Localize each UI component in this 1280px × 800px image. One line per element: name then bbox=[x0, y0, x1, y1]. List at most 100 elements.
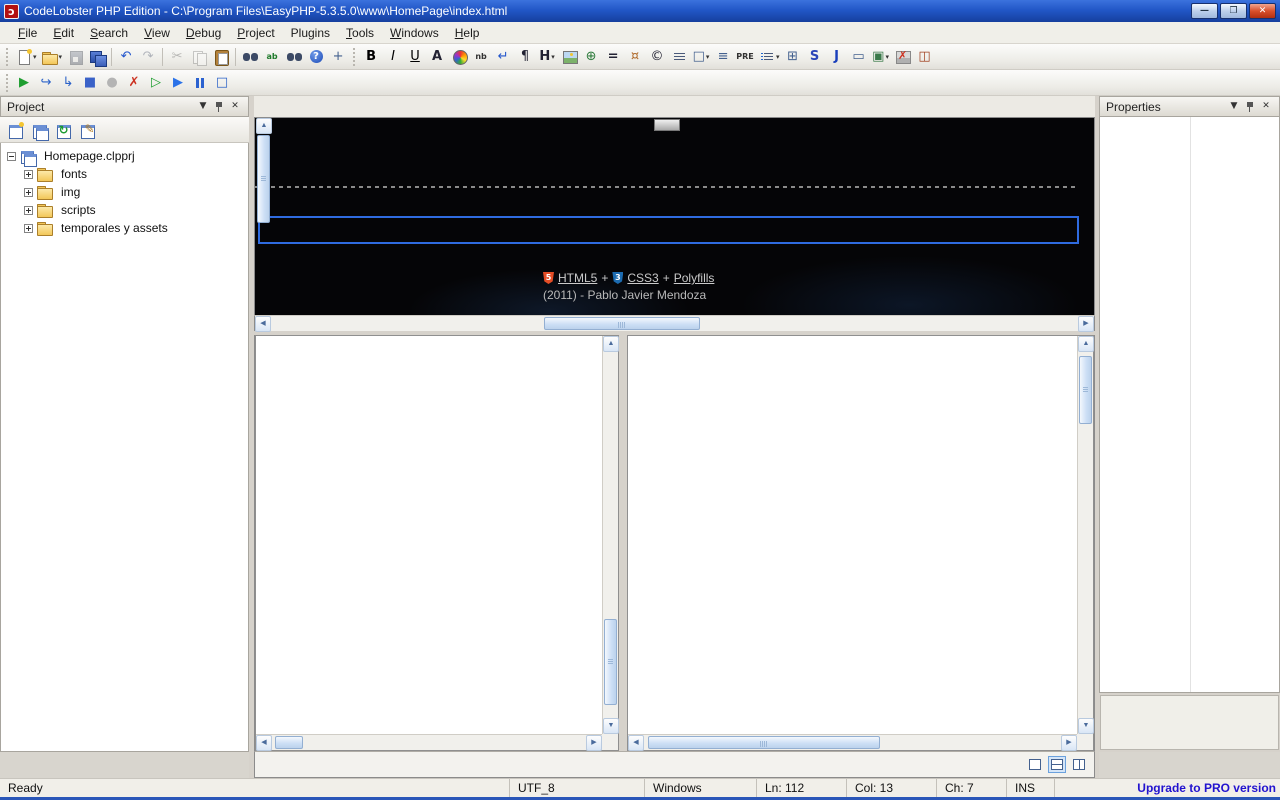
run-button[interactable]: ▶ bbox=[13, 72, 35, 94]
help-button[interactable] bbox=[305, 46, 327, 68]
line-break-button[interactable]: ↵ bbox=[492, 46, 514, 68]
step-over-button[interactable]: ↪ bbox=[35, 72, 57, 94]
open-file-button[interactable]: ▾ bbox=[39, 46, 65, 68]
menu-view[interactable]: View bbox=[136, 24, 178, 42]
editor-vertical-scrollbar[interactable]: ▲ ▼ bbox=[602, 336, 618, 734]
tree-item-homepage-clpprj[interactable]: Homepage.clpprj bbox=[1, 147, 248, 165]
undo-button[interactable]: ↶ bbox=[115, 46, 137, 68]
find-in-files-button[interactable] bbox=[283, 46, 305, 68]
scrollbar-thumb[interactable] bbox=[257, 135, 270, 223]
menu-tools[interactable]: Tools bbox=[338, 24, 382, 42]
single-view-icon[interactable] bbox=[1026, 756, 1044, 773]
frames-button[interactable]: ◫ bbox=[914, 46, 936, 68]
insert-table-button[interactable]: ⊞ bbox=[782, 46, 804, 68]
restore-button[interactable]: ❐ bbox=[1220, 3, 1247, 19]
dropdown-arrow-icon[interactable]: ▾ bbox=[706, 53, 710, 61]
insert-script-button[interactable]: S bbox=[804, 46, 826, 68]
css3-link[interactable]: CSS3 bbox=[627, 271, 658, 285]
panel-menu-icon[interactable]: ▼ bbox=[196, 100, 210, 113]
css-code-editor[interactable]: ▲ ▼ ◀ ▶ bbox=[627, 335, 1094, 751]
scrollbar-thumb[interactable] bbox=[604, 619, 617, 705]
vertical-split-icon[interactable] bbox=[1070, 756, 1088, 773]
upgrade-link[interactable]: Upgrade to PRO version bbox=[1055, 779, 1280, 797]
breakpoint-button[interactable]: ● bbox=[101, 72, 123, 94]
replace-button[interactable]: ab bbox=[261, 46, 283, 68]
redo-button[interactable]: ↷ bbox=[137, 46, 159, 68]
scroll-up-icon[interactable]: ▲ bbox=[603, 336, 619, 352]
pin-icon[interactable] bbox=[213, 100, 225, 113]
bold-button[interactable]: B bbox=[360, 46, 382, 68]
add-item-button[interactable] bbox=[4, 119, 26, 141]
font-button[interactable]: A bbox=[426, 46, 448, 68]
menu-file[interactable]: File bbox=[10, 24, 45, 42]
scroll-right-icon[interactable]: ▶ bbox=[1061, 735, 1077, 751]
align-text-button[interactable]: ≡ bbox=[712, 46, 734, 68]
color-palette-button[interactable] bbox=[448, 46, 470, 68]
minimize-button[interactable]: — bbox=[1191, 3, 1218, 19]
anchor-button[interactable]: ⊕ bbox=[580, 46, 602, 68]
tree-item-temporales-y-assets[interactable]: temporales y assets bbox=[1, 219, 248, 237]
tree-item-scripts[interactable]: scripts bbox=[1, 201, 248, 219]
dropdown-arrow-icon[interactable]: ▾ bbox=[33, 53, 37, 61]
scrollbar-thumb[interactable] bbox=[1079, 356, 1092, 424]
plus-expander-icon[interactable] bbox=[24, 170, 33, 179]
cut-button[interactable]: ✂ bbox=[166, 46, 188, 68]
editor-vertical-scrollbar[interactable]: ▲ ▼ bbox=[1077, 336, 1093, 734]
remove-breakpoints-button[interactable]: ✗ bbox=[123, 72, 145, 94]
plus-expander-icon[interactable] bbox=[24, 224, 33, 233]
minus-expander-icon[interactable] bbox=[7, 152, 16, 161]
dropdown-arrow-icon[interactable]: ▾ bbox=[551, 53, 555, 61]
stop-button[interactable]: ■ bbox=[79, 72, 101, 94]
menu-edit[interactable]: Edit bbox=[45, 24, 82, 42]
preview-scroll-handle[interactable] bbox=[654, 119, 680, 131]
insert-form-button[interactable]: ▭ bbox=[848, 46, 870, 68]
item-properties-button[interactable] bbox=[76, 119, 98, 141]
scroll-right-icon[interactable]: ▶ bbox=[1078, 316, 1094, 332]
panel-menu-icon[interactable]: ▼ bbox=[1227, 100, 1241, 113]
scroll-left-icon[interactable]: ◀ bbox=[255, 316, 271, 332]
horizontal-split-icon[interactable] bbox=[1048, 756, 1066, 773]
find-button[interactable] bbox=[239, 46, 261, 68]
properties-grid[interactable] bbox=[1099, 117, 1280, 693]
dropdown-arrow-icon[interactable]: ▾ bbox=[776, 53, 780, 61]
stop-outline-button[interactable]: □ bbox=[211, 72, 233, 94]
new-file-button[interactable]: ▾ bbox=[13, 46, 39, 68]
run-without-debug-button[interactable]: ▷ bbox=[145, 72, 167, 94]
menu-project[interactable]: Project bbox=[229, 24, 282, 42]
editor-horizontal-scrollbar[interactable]: ◀ ▶ bbox=[628, 734, 1077, 750]
browser-preview[interactable]: 5 HTML5 + 3 CSS3 + Polyfills (2011) - Pa… bbox=[254, 118, 1095, 315]
cascade-windows-button[interactable] bbox=[28, 119, 50, 141]
plus-expander-icon[interactable] bbox=[24, 206, 33, 215]
dropdown-arrow-icon[interactable]: ▾ bbox=[885, 53, 889, 61]
no-image-button[interactable] bbox=[892, 46, 914, 68]
preview-horizontal-scrollbar[interactable]: ◀ ▶ bbox=[254, 315, 1095, 331]
scroll-left-icon[interactable]: ◀ bbox=[628, 735, 644, 751]
menu-plugins[interactable]: Plugins bbox=[283, 24, 338, 42]
step-into-button[interactable]: ↳ bbox=[57, 72, 79, 94]
fullscreen-button[interactable]: + bbox=[327, 46, 349, 68]
refresh-button[interactable] bbox=[52, 119, 74, 141]
menu-search[interactable]: Search bbox=[82, 24, 136, 42]
javascript-button[interactable]: J bbox=[826, 46, 848, 68]
menu-windows[interactable]: Windows bbox=[382, 24, 447, 42]
copy-button[interactable] bbox=[188, 46, 210, 68]
special-char-button[interactable]: ¤ bbox=[624, 46, 646, 68]
scroll-up-icon[interactable]: ▲ bbox=[1078, 336, 1094, 352]
scroll-down-icon[interactable]: ▼ bbox=[1078, 718, 1094, 734]
insert-object-button[interactable]: ▣▾ bbox=[870, 46, 892, 68]
scrollbar-thumb[interactable] bbox=[544, 317, 700, 330]
code-pane-splitter[interactable] bbox=[619, 335, 627, 751]
scroll-up-icon[interactable]: ▲ bbox=[256, 118, 272, 134]
tree-item-fonts[interactable]: fonts bbox=[1, 165, 248, 183]
dropdown-arrow-icon[interactable]: ▾ bbox=[59, 53, 63, 61]
scrollbar-thumb[interactable] bbox=[275, 736, 303, 749]
underline-button[interactable]: U bbox=[404, 46, 426, 68]
horizontal-rule-button[interactable]: = bbox=[602, 46, 624, 68]
nbsp-button[interactable]: nb bbox=[470, 46, 492, 68]
insert-image-button[interactable] bbox=[558, 46, 580, 68]
editor-horizontal-scrollbar[interactable]: ◀ ▶ bbox=[256, 734, 602, 750]
tree-item-img[interactable]: img bbox=[1, 183, 248, 201]
html-code-editor[interactable]: ▲ ▼ ◀ ▶ bbox=[255, 335, 619, 751]
pause-button[interactable] bbox=[189, 72, 211, 94]
insert-list-button[interactable]: ▾ bbox=[756, 46, 782, 68]
